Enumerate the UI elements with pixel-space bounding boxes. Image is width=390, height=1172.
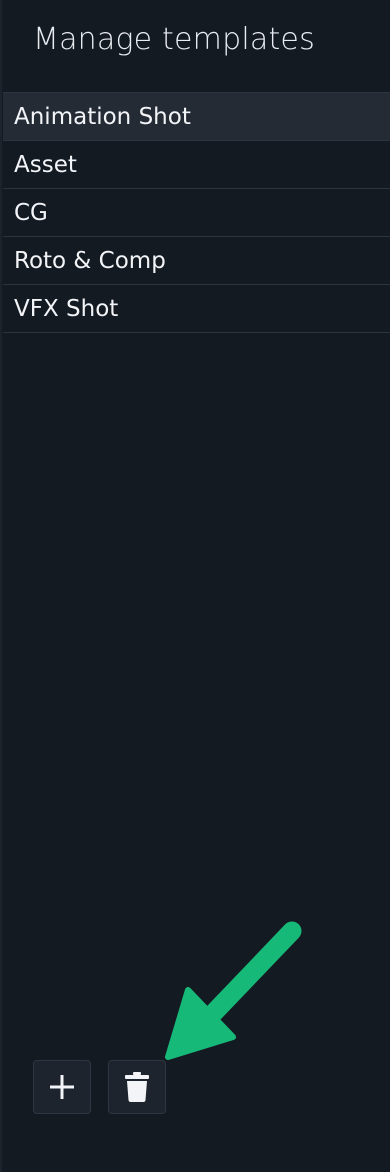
manage-templates-panel: Manage templates Animation Shot Asset CG…	[0, 0, 390, 1172]
add-template-button[interactable]	[33, 1060, 91, 1114]
trash-icon	[125, 1072, 149, 1102]
template-item-label: VFX Shot	[14, 295, 119, 322]
template-item-vfx-shot[interactable]: VFX Shot	[3, 285, 390, 333]
template-item-label: Asset	[14, 151, 77, 178]
template-item-label: Roto & Comp	[14, 247, 166, 274]
template-list: Animation Shot Asset CG Roto & Comp VFX …	[3, 92, 390, 333]
template-item-asset[interactable]: Asset	[3, 141, 390, 189]
template-item-cg[interactable]: CG	[3, 189, 390, 237]
template-item-label: CG	[14, 199, 48, 226]
template-item-roto-comp[interactable]: Roto & Comp	[3, 237, 390, 285]
template-item-animation-shot[interactable]: Animation Shot	[3, 92, 390, 141]
panel-title: Manage templates	[33, 22, 315, 57]
plus-icon	[50, 1075, 74, 1099]
template-item-label: Animation Shot	[14, 103, 191, 130]
delete-template-button[interactable]	[108, 1060, 166, 1114]
